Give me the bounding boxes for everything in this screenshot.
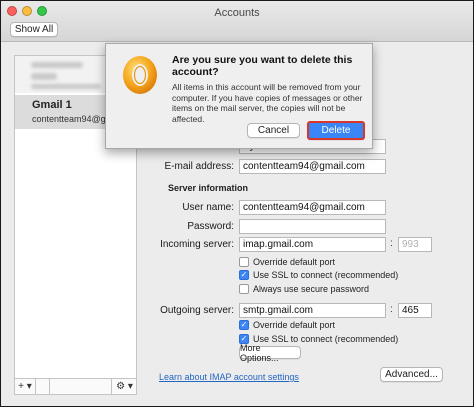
dialog-title: Are you sure you want to delete this acc… [172, 54, 353, 78]
outgoing-server-label: Outgoing server: [160, 305, 234, 316]
port-separator: : [390, 238, 393, 249]
password-field[interactable] [239, 219, 386, 234]
checkbox-unchecked-icon[interactable] [239, 284, 249, 294]
dialog-message: All items in this account will be remove… [172, 82, 363, 124]
title-bar: Accounts Show All [1, 1, 473, 42]
option-label: Always use secure password [253, 284, 370, 294]
learn-imap-settings-link[interactable]: Learn about IMAP account settings [159, 372, 299, 382]
port-separator: : [390, 304, 393, 315]
delete-button[interactable]: Delete [307, 121, 365, 140]
incoming-server-field[interactable]: imap.gmail.com [239, 237, 386, 252]
incoming-use-ssl-option[interactable]: ✓ Use SSL to connect (recommended) [239, 270, 398, 280]
gear-menu-button[interactable]: ⚙ ▾ [112, 379, 137, 394]
outlook-icon [123, 56, 157, 94]
email-address-field[interactable]: contentteam94@gmail.com [239, 159, 386, 174]
user-name-field[interactable]: contentteam94@gmail.com [239, 200, 386, 215]
spacer [50, 379, 112, 394]
checkbox-checked-icon[interactable]: ✓ [239, 270, 249, 280]
outgoing-port-field[interactable]: 465 [398, 303, 432, 318]
user-name-label: User name: [182, 202, 234, 213]
remove-account-button[interactable] [36, 379, 50, 394]
sidebar-footer: + ▾ ⚙ ▾ [14, 379, 137, 395]
cancel-button[interactable]: Cancel [247, 123, 300, 138]
advanced-button[interactable]: Advanced... [380, 367, 443, 382]
incoming-server-label: Incoming server: [160, 239, 234, 250]
outgoing-override-port-option[interactable]: ✓ Override default port [239, 320, 335, 330]
checkbox-unchecked-icon[interactable] [239, 257, 249, 267]
add-account-button[interactable]: + ▾ [15, 379, 36, 394]
incoming-override-port-option[interactable]: Override default port [239, 257, 335, 267]
window-title: Accounts [214, 7, 260, 19]
delete-account-dialog: Are you sure you want to delete this acc… [105, 43, 373, 149]
password-label: Password: [187, 221, 234, 232]
more-options-button[interactable]: More Options... [239, 343, 301, 363]
email-address-label: E-mail address: [164, 161, 234, 172]
option-label: Override default port [253, 320, 336, 330]
outgoing-server-field[interactable]: smtp.gmail.com [239, 303, 386, 318]
show-all-button[interactable]: Show All [10, 22, 58, 37]
incoming-secure-password-option[interactable]: Always use secure password [239, 284, 369, 294]
accounts-window: Accounts Show All Gmail 1 contentteam94@… [0, 0, 474, 407]
account-name: Gmail 1 [32, 99, 72, 111]
server-information-heading: Server information [168, 183, 249, 193]
option-label: Override default port [253, 257, 336, 267]
option-label: Use SSL to connect (recommended) [253, 270, 399, 280]
incoming-port-field[interactable]: 993 [398, 237, 432, 252]
checkbox-checked-icon[interactable]: ✓ [239, 320, 249, 330]
